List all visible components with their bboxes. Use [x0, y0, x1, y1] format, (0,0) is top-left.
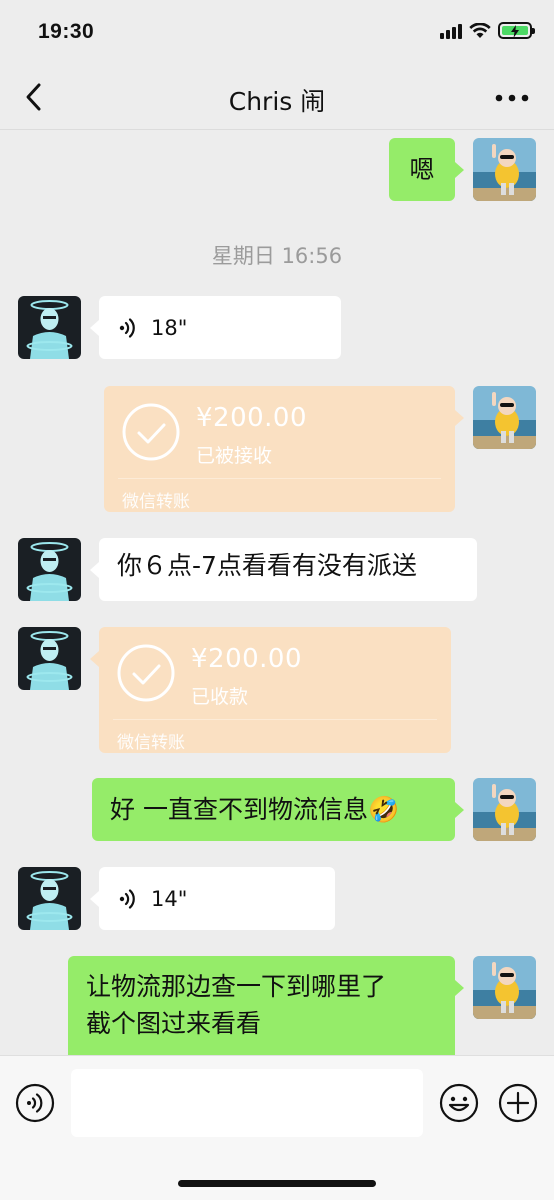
message-input[interactable] — [71, 1069, 423, 1137]
voice-message-bubble[interactable]: 14" — [99, 867, 335, 930]
transfer-accepted-icon — [117, 644, 175, 702]
transfer-status: 已被接收 — [196, 445, 273, 467]
voice-duration: 18" — [151, 315, 188, 340]
message-text: 你６点-7点看看有没有派送 — [117, 551, 417, 580]
timestamp-divider: 星期日 16:56 — [211, 244, 343, 268]
voice-duration: 14" — [151, 886, 188, 911]
message-bubble-received[interactable]: 你６点-7点看看有没有派送 — [99, 538, 477, 601]
transfer-accepted-icon — [122, 403, 180, 461]
transfer-amount: ¥200.00 — [191, 644, 303, 674]
contact-avatar[interactable] — [18, 296, 81, 359]
battery-icon — [498, 22, 535, 39]
chat-title: Chris 闹 — [228, 87, 326, 116]
transfer-status: 已收款 — [191, 686, 249, 708]
more-functions-button[interactable] — [498, 1083, 538, 1123]
wifi-icon — [469, 22, 491, 38]
emoji-button[interactable] — [439, 1083, 479, 1123]
message-text: 好 一直查不到物流信息 — [110, 795, 368, 824]
chat-header: Chris 闹 — [0, 66, 554, 130]
transfer-label: 微信转账 — [117, 733, 185, 753]
message-input-bar — [0, 1055, 554, 1200]
message-text-line: 让物流那边查一下到哪里了 — [86, 972, 387, 1001]
cellular-signal-icon — [440, 23, 462, 39]
more-options-button[interactable] — [492, 86, 532, 110]
voice-message-bubble[interactable]: 18" — [99, 296, 341, 359]
laughing-emoji-icon: 🤣 — [367, 795, 400, 824]
contact-avatar[interactable] — [18, 627, 81, 690]
message-bubble-sent[interactable]: 好 一直查不到物流信息🤣 — [92, 778, 455, 841]
home-indicator[interactable] — [178, 1180, 376, 1187]
voice-wave-icon — [119, 317, 135, 338]
transfer-card-received[interactable]: ¥200.00 已收款 微信转账 — [99, 627, 451, 753]
status-icons — [440, 22, 535, 39]
contact-avatar[interactable] — [18, 867, 81, 930]
self-avatar[interactable] — [473, 778, 536, 841]
chat-message-list[interactable]: 嗯 星期日 16:56 18" ¥200.00 已被接收 微信转账 你６点-7点… — [0, 130, 554, 1055]
self-avatar[interactable] — [473, 956, 536, 1019]
voice-wave-icon — [119, 888, 135, 909]
status-time: 19:30 — [38, 20, 95, 43]
self-avatar[interactable] — [473, 138, 536, 201]
self-avatar[interactable] — [473, 386, 536, 449]
message-bubble-sent[interactable]: 嗯 — [389, 138, 455, 201]
transfer-card-sent[interactable]: ¥200.00 已被接收 微信转账 — [104, 386, 455, 512]
status-bar: 19:30 — [0, 0, 554, 66]
message-bubble-sent[interactable]: 让物流那边查一下到哪里了 截个图过来看看 — [68, 956, 455, 1055]
voice-input-button[interactable] — [15, 1083, 55, 1123]
message-text: 嗯 — [409, 155, 435, 184]
message-text-line: 截个图过来看看 — [86, 1009, 262, 1038]
transfer-label: 微信转账 — [122, 492, 190, 512]
contact-avatar[interactable] — [18, 538, 81, 601]
transfer-amount: ¥200.00 — [196, 403, 308, 433]
